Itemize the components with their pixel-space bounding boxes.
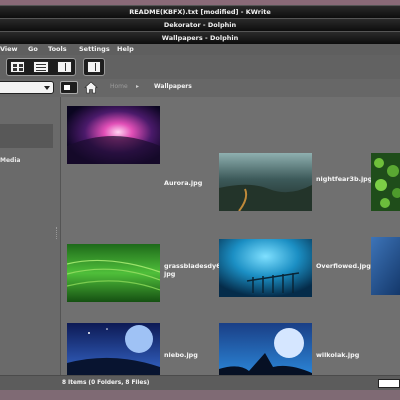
icons-view-icon[interactable] [10,61,26,73]
file-thumbnail[interactable] [219,239,312,297]
menu-view[interactable]: View [0,45,18,53]
wallpapers-window-titlebar[interactable]: Wallpapers - Dolphin [0,31,400,45]
zoom-slider[interactable] [378,379,400,388]
menu-help[interactable]: Help [117,45,134,53]
file-thumbnail[interactable] [67,323,160,375]
breadcrumb-separator-icon: ▸ [136,83,140,90]
breadcrumb-current[interactable]: Wallpapers [154,83,192,90]
file-name: wilkolak.jpg [316,351,360,359]
file-thumbnail[interactable] [371,153,400,211]
dekorator-window-titlebar[interactable]: Dekorator - Dolphin [0,18,400,32]
file-thumbnail[interactable] [371,237,400,295]
editable-location-toggle-icon[interactable] [60,81,78,94]
details-view-icon[interactable] [33,61,49,73]
breadcrumb-home[interactable]: Home [110,83,128,90]
places-sidebar: Media [0,97,61,375]
menu-go[interactable]: Go [28,45,38,53]
view-mode-group [6,58,76,76]
location-bar: Home ▸ Wallpapers [0,79,400,97]
columns-view-icon[interactable] [56,61,72,73]
file-view: Aurora.jpg nightfear3b.jpg grassbladesdy… [61,97,400,375]
main-toolbar [0,55,400,79]
file-name: grassbladesdy6.jpg [164,262,224,278]
menu-bar: View Go Tools Settings Help [0,44,400,55]
chevron-down-icon [44,86,50,90]
file-thumbnail[interactable] [67,244,160,302]
sidebar-resize-handle[interactable] [56,227,59,239]
split-view-group [83,58,105,76]
file-thumbnail[interactable] [219,323,312,375]
kwrite-window-titlebar[interactable]: README(KBFX).txt [modified] - KWrite [0,5,400,19]
file-name: nightfear3b.jpg [316,175,373,183]
file-thumbnail[interactable] [219,153,312,211]
split-view-icon[interactable] [87,61,101,73]
sidebar-selected-item[interactable] [0,124,53,148]
home-icon[interactable] [84,81,98,94]
dolphin-window: View Go Tools Settings Help Home ▸ Wallp… [0,44,400,390]
file-thumbnail[interactable] [67,106,160,164]
status-bar: 8 Items (0 Folders, 8 Files) [0,375,400,390]
menu-settings[interactable]: Settings [79,45,110,53]
file-name: Overflowed.jpg [316,262,371,270]
file-name: Aurora.jpg [164,179,203,187]
status-text: 8 Items (0 Folders, 8 Files) [62,380,150,386]
file-name: niebo.jpg [164,351,198,359]
menu-tools[interactable]: Tools [48,45,67,53]
places-combo[interactable] [0,81,54,94]
desktop-background [0,390,400,400]
sidebar-item-media[interactable]: Media [0,157,20,164]
